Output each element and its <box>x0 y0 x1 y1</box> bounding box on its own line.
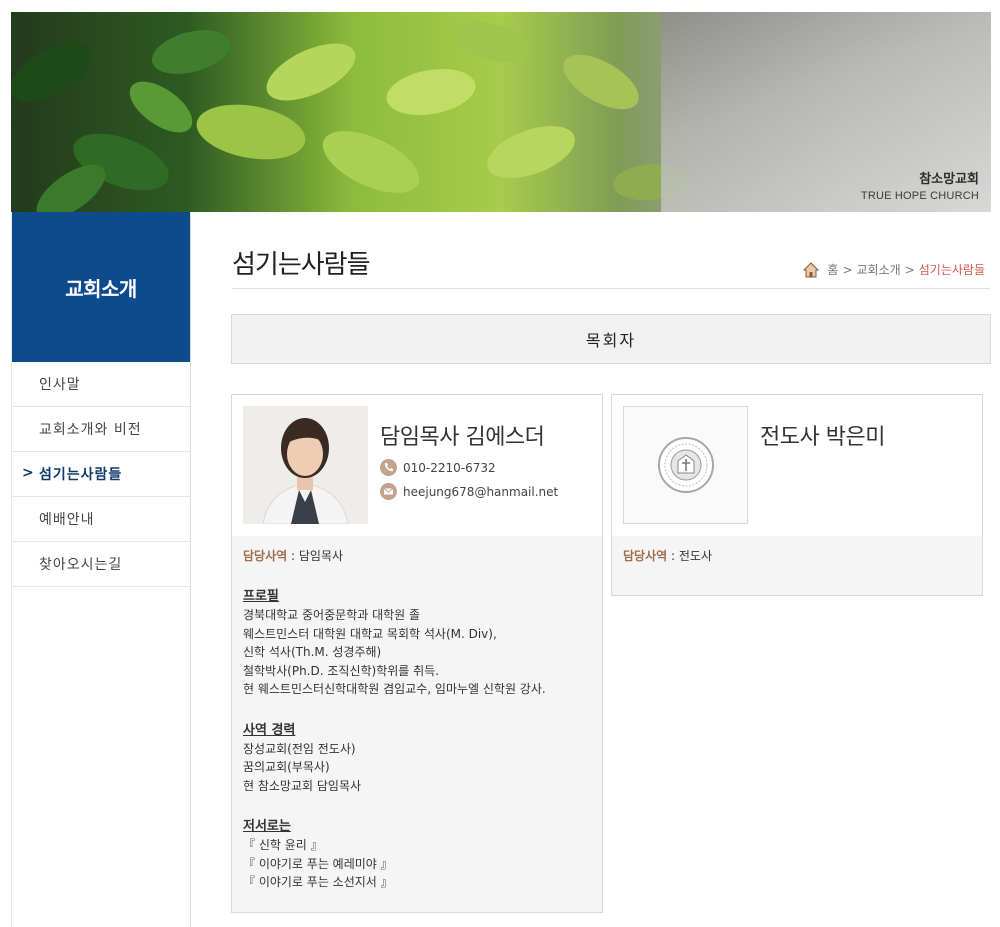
page-title: 섬기는사람들 <box>232 250 371 280</box>
section-title: 목회자 <box>231 314 991 364</box>
sidebar-item-label: 찾아오시는길 <box>39 557 123 573</box>
home-icon[interactable] <box>803 261 820 278</box>
evangelist-photo-placeholder <box>623 406 748 524</box>
sidebar-item-greeting[interactable]: 인사말 <box>12 362 190 407</box>
pastor-name: 담임목사 김에스더 <box>380 425 545 450</box>
evangelist-name: 전도사 박은미 <box>760 425 885 450</box>
breadcrumb-home[interactable]: 홈 <box>827 261 838 278</box>
book-line: 『 이야기로 푸는 소선지서 』 <box>243 875 393 889</box>
book-line: 『 이야기로 푸는 예레미야 』 <box>243 856 393 871</box>
role-value: 전도사 <box>678 549 712 563</box>
sidebar-item-staff[interactable]: > 섬기는사람들 <box>12 452 190 497</box>
breadcrumb-current: 섬기는사람들 <box>918 263 985 277</box>
role-label: 담당사역 <box>243 549 288 563</box>
leaves-image <box>11 21 689 212</box>
career-line: 꿈의교회(부목사) <box>243 760 330 774</box>
pastor-details: 담당사역 : 담임목사 프로필 경북대학교 중어중문학과 대학원 졸 웨스트민스… <box>232 536 602 912</box>
book-line: 『 신학 윤리 』 <box>243 838 323 852</box>
profile-line: 경북대학교 중어중문학과 대학원 졸 <box>243 608 421 622</box>
pastor-card: 담임목사 김에스더 010-2210-6732 heejung678@hanma… <box>231 394 603 913</box>
pastor-email: heejung678@hanmail.net <box>380 483 558 500</box>
breadcrumb-separator: > <box>842 262 853 277</box>
profile-line: 철학박사(Ph.D. 조직신학)학위를 취득. <box>243 663 440 678</box>
church-name: 참소망교회 <box>919 172 979 187</box>
profile-heading: 프로필 <box>243 589 279 604</box>
sidebar-heading: 교회소개 <box>12 212 190 362</box>
phone-icon <box>380 459 397 476</box>
sidebar-item-label: 교회소개와 비전 <box>39 422 142 438</box>
sidebar-item-label: 인사말 <box>39 377 81 393</box>
sidebar-item-label: 섬기는사람들 <box>39 467 123 483</box>
title-divider <box>232 288 990 289</box>
pastor-photo <box>243 406 368 524</box>
phone-number[interactable]: 010-2210-6732 <box>403 461 496 475</box>
breadcrumb-separator: > <box>904 262 915 277</box>
breadcrumb-level1[interactable]: 교회소개 <box>857 261 901 278</box>
role-separator: : <box>291 549 296 563</box>
role-value: 담임목사 <box>298 549 344 563</box>
career-line: 장성교회(전임 전도사) <box>243 741 356 756</box>
career-line: 현 참소망교회 담임목사 <box>243 778 362 793</box>
profile-line: 신학 석사(Th.M. 성경주해) <box>243 645 382 659</box>
breadcrumb: 홈 > 교회소개 > 섬기는사람들 <box>803 261 985 278</box>
role-separator: : <box>671 549 676 563</box>
evangelist-details: 담당사역 : 전도사 <box>612 536 982 595</box>
mail-icon <box>380 483 397 500</box>
evangelist-card: 전도사 박은미 담당사역 : 전도사 <box>611 394 983 596</box>
active-marker-icon: > <box>22 465 35 481</box>
role-line: 담당사역 : 담임목사 <box>243 547 591 565</box>
role-label: 담당사역 <box>623 549 668 563</box>
email-address[interactable]: heejung678@hanmail.net <box>403 485 558 499</box>
role-line: 담당사역 : 전도사 <box>623 547 971 565</box>
sidebar-item-directions[interactable]: 찾아오시는길 <box>12 542 190 587</box>
sidebar: 교회소개 인사말 교회소개와 비전 > 섬기는사람들 예배안내 찾아오시는길 <box>11 212 191 927</box>
pastor-phone: 010-2210-6732 <box>380 459 496 476</box>
profile-line: 웨스트민스터 대학원 대학교 목회학 석사(M. Div), <box>243 626 497 641</box>
church-name-english: TRUE HOPE CHURCH <box>860 190 979 202</box>
sidebar-item-vision[interactable]: 교회소개와 비전 <box>12 407 190 452</box>
career-heading: 사역 경력 <box>243 722 296 738</box>
profile-line: 현 웨스트민스터신학대학원 겸임교수, 임마누엘 신학원 강사. <box>243 682 546 696</box>
books-heading: 저서로는 <box>243 819 291 834</box>
sidebar-item-label: 예배안내 <box>39 512 95 528</box>
church-seal-icon <box>657 437 714 493</box>
header-banner: 참소망교회 TRUE HOPE CHURCH <box>11 12 991 212</box>
sidebar-item-worship[interactable]: 예배안내 <box>12 497 190 542</box>
